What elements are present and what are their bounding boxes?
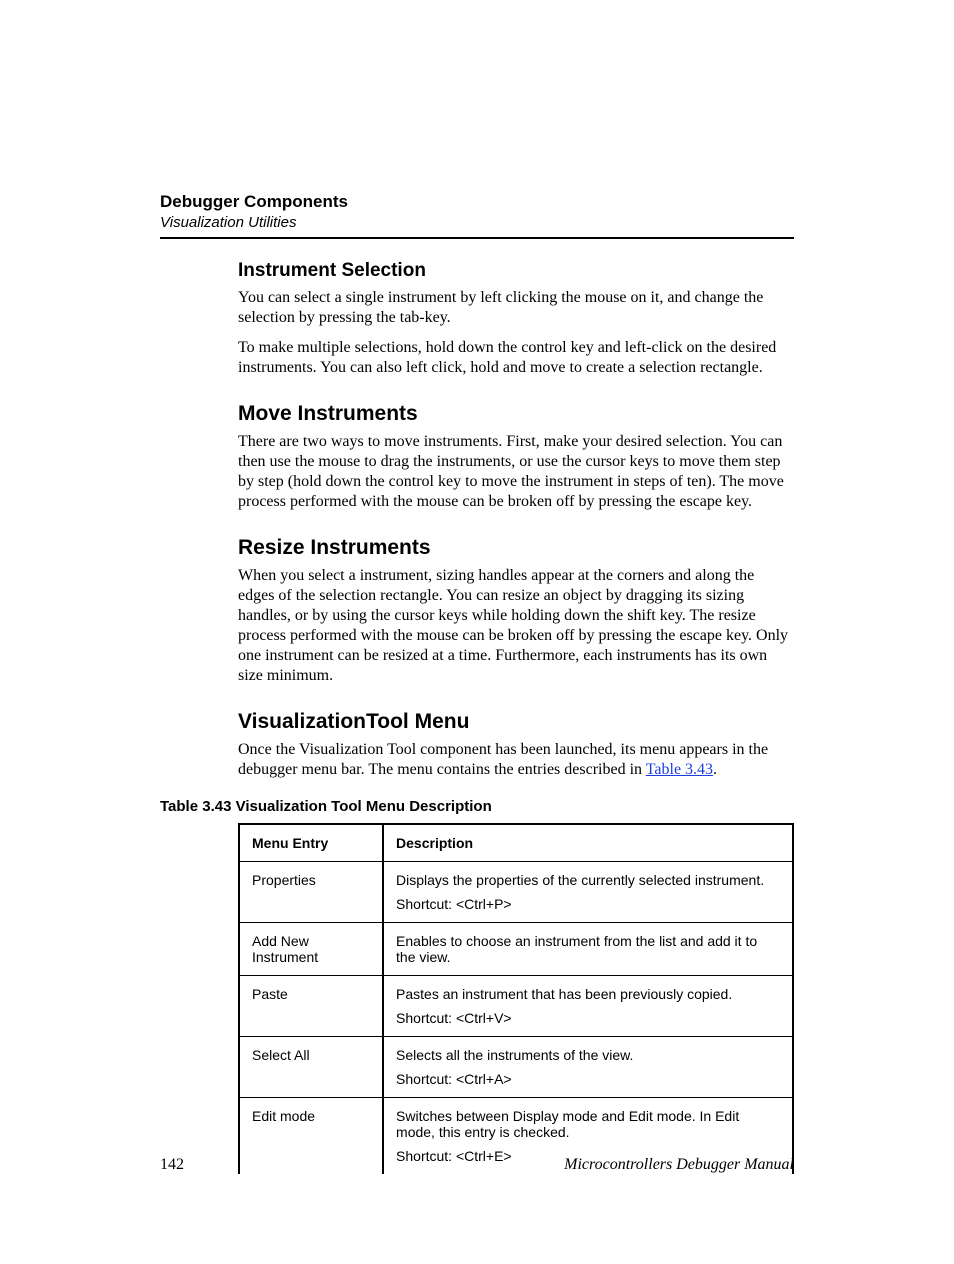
header-rule [160,237,794,239]
manual-title: Microcontrollers Debugger Manual [564,1156,794,1174]
cell-menu-entry: Select All [239,1037,383,1098]
header-subsection: Visualization Utilities [160,214,794,231]
table-header-description: Description [383,824,793,862]
paragraph: Once the Visualization Tool component ha… [238,740,794,780]
page-footer: 142 Microcontrollers Debugger Manual [160,1156,794,1174]
cell-description: Displays the properties of the currently… [383,862,793,923]
cell-menu-entry: Add New Instrument [239,923,383,976]
text: . [713,761,717,778]
table-row: Properties Displays the properties of th… [239,862,793,923]
text: Shortcut: <Ctrl+V> [396,1010,780,1026]
heading-move-instruments: Move Instruments [238,402,794,426]
table-row: Add New Instrument Enables to choose an … [239,923,793,976]
text: Displays the properties of the currently… [396,872,780,888]
cell-menu-entry: Properties [239,862,383,923]
page-number: 142 [160,1156,184,1174]
page-header: Debugger Components Visualization Utilit… [160,192,794,239]
text: Shortcut: <Ctrl+A> [396,1071,780,1087]
text: Pastes an instrument that has been previ… [396,986,780,1002]
cell-description: Enables to choose an instrument from the… [383,923,793,976]
paragraph: To make multiple selections, hold down t… [238,338,794,378]
heading-resize-instruments: Resize Instruments [238,536,794,560]
heading-instrument-selection: Instrument Selection [238,260,794,282]
header-chapter: Debugger Components [160,192,794,212]
table-caption: Table 3.43 Visualization Tool Menu Descr… [160,798,794,815]
content-body: Instrument Selection You can select a si… [238,260,794,1174]
text: Switches between Display mode and Edit m… [396,1108,780,1140]
page: Debugger Components Visualization Utilit… [0,0,954,1264]
table-header-row: Menu Entry Description [239,824,793,862]
cell-description: Selects all the instruments of the view.… [383,1037,793,1098]
visualization-tool-menu-table: Menu Entry Description Properties Displa… [238,823,794,1174]
table-header-menu-entry: Menu Entry [239,824,383,862]
heading-visualizationtool-menu: VisualizationTool Menu [238,710,794,734]
paragraph: When you select a instrument, sizing han… [238,566,794,686]
text: Shortcut: <Ctrl+P> [396,896,780,912]
paragraph: There are two ways to move instruments. … [238,432,794,512]
text: Enables to choose an instrument from the… [396,933,780,965]
cell-description: Pastes an instrument that has been previ… [383,976,793,1037]
paragraph: You can select a single instrument by le… [238,288,794,328]
table-row: Paste Pastes an instrument that has been… [239,976,793,1037]
cell-menu-entry: Paste [239,976,383,1037]
table-row: Select All Selects all the instruments o… [239,1037,793,1098]
text: Selects all the instruments of the view. [396,1047,780,1063]
link-table-3-43[interactable]: Table 3.43 [646,761,713,778]
